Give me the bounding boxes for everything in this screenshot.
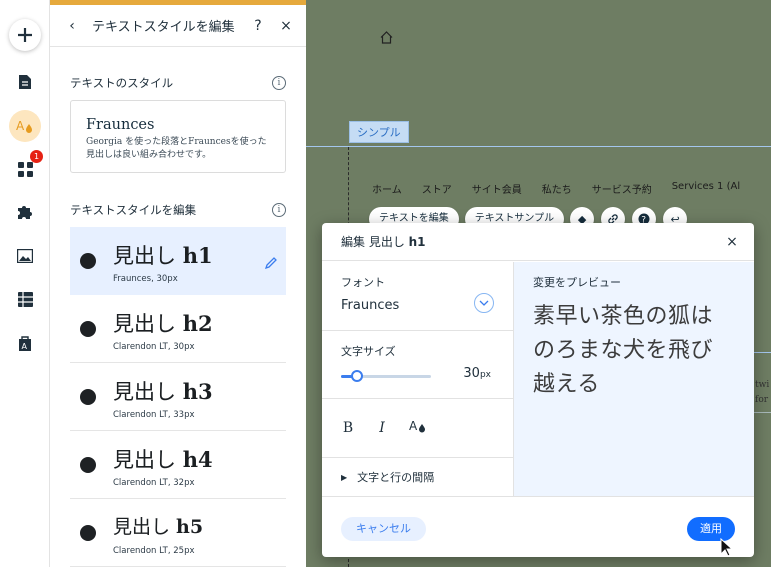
color-swatch [80,253,96,269]
heading-style-item-h3[interactable]: 見出し h3 Clarendon LT, 33px [70,363,286,431]
theme-font-name: Fraunces [86,117,155,133]
color-swatch [80,525,96,541]
apps-icon[interactable]: 1 [9,150,43,185]
add-icon[interactable] [9,19,41,51]
heading-name: 見出し h3 [113,379,213,404]
heading-style-item-h5[interactable]: 見出し h5 Clarendon LT, 25px [70,499,286,567]
media-icon[interactable] [9,240,41,272]
italic-button[interactable]: I [375,420,389,436]
dialog-close-button[interactable]: × [722,234,742,250]
heading-name: 見出し h4 [113,447,213,472]
text-color-icon[interactable]: A [409,419,425,437]
heading-style-item-h2[interactable]: 見出し h2 Clarendon LT, 30px [70,295,286,363]
theme-description-line: 見出しは良い組み合わせです。 [86,149,212,160]
expand-arrow-icon: ▶ [341,472,348,482]
dialog-header: 編集 見出し h1 × [322,223,754,261]
preview-text: 素早い茶色の狐は のろまな犬を飛び 越える [533,300,735,402]
panel-header: ‹ テキストスタイルを編集 ? × [50,5,306,47]
heading-style-item-h4[interactable]: 見出し h4 Clarendon LT, 32px [70,431,286,499]
svg-text:A: A [16,119,25,133]
mouse-cursor-icon [720,538,734,557]
font-size-section: 文字サイズ 30px [322,331,513,399]
svg-text:A: A [409,419,418,433]
heading-font-info: Clarendon LT, 25px [113,546,195,556]
bold-button[interactable]: B [341,420,355,436]
nav-item[interactable]: Services 1 (Al [672,181,740,196]
cms-icon[interactable] [9,283,41,315]
font-size-slider[interactable] [341,370,431,382]
site-text-line: twi [755,380,770,390]
left-rail: A 1 A [0,0,50,567]
spacing-label: 文字と行の間隔 [357,471,435,484]
site-text-line: for [755,395,769,405]
color-swatch [80,457,96,473]
dialog-settings: フォント Fraunces 文字サイズ 30px B I A ▶ 文字と行の間隔 [322,262,514,496]
preview-label: 変更をプレビュー [533,276,621,289]
nav-item[interactable]: 私たち [542,181,572,196]
preview-pane: 変更をプレビュー 素早い茶色の狐は のろまな犬を飛び 越える [514,262,754,496]
nav-item[interactable]: ホーム [372,181,402,196]
close-button[interactable]: × [276,18,296,34]
font-label: フォント [341,276,385,289]
nav-item[interactable]: サービス予約 [592,181,652,196]
notification-badge: 1 [30,150,43,163]
color-swatch [80,321,96,337]
help-button[interactable]: ? [248,18,268,34]
preview-line: 素早い茶色の狐は [533,304,714,329]
chevron-down-icon[interactable] [474,293,494,313]
back-icon[interactable]: ‹ [62,18,82,34]
plugins-icon[interactable] [9,196,41,228]
panel-title: テキストスタイルを編集 [92,20,235,35]
heading-name: 見出し h5 [113,516,204,538]
nav-item[interactable]: ストア [422,181,452,196]
font-section: フォント Fraunces [322,262,513,331]
heading-style-item-h1[interactable]: 見出し h1 Fraunces, 30px [70,227,286,295]
home-icon[interactable] [380,29,393,48]
heading-font-info: Clarendon LT, 32px [113,478,195,488]
edit-styles-section-label: テキストスタイルを編集 [70,203,197,217]
slider-handle[interactable] [351,370,364,382]
heading-font-info: Fraunces, 30px [113,274,178,284]
theme-description-line: Georgia を使った段落とFrauncesを使った [86,137,267,147]
section-guide-line [754,412,771,413]
nav-item[interactable]: サイト会員 [472,181,522,196]
format-section: B I A [322,399,513,458]
business-icon[interactable]: A [9,327,41,359]
preview-line: のろまな犬を飛び [533,338,714,363]
text-style-panel: ‹ テキストスタイルを編集 ? × テキストのスタイル i Fraunces G… [50,0,306,567]
section-tag[interactable]: シンプル [349,121,409,143]
spacing-section[interactable]: ▶ 文字と行の間隔 [322,458,513,496]
heading-name: 見出し h2 [113,311,213,336]
design-icon[interactable]: A [9,110,41,142]
site-text-fragment: twi for [755,378,769,408]
section-guide-line [306,146,771,147]
section-guide-line [754,352,771,353]
theme-description: Georgia を使った段落とFrauncesを使った 見出しは良い組み合わせで… [86,136,271,161]
pages-icon[interactable] [9,66,41,98]
heading-font-info: Clarendon LT, 33px [113,410,195,420]
text-style-section-label: テキストのスタイル [70,76,174,90]
dialog-footer: キャンセル 適用 [322,496,754,557]
color-swatch [80,389,96,405]
edit-heading-dialog: 編集 見出し h1 × フォント Fraunces 文字サイズ 30px B I… [322,223,754,557]
info-icon[interactable]: i [272,76,286,90]
dialog-title: 編集 見出し h1 [341,235,426,249]
heading-name: 見出し h1 [113,243,213,268]
site-nav-menu[interactable]: ホーム ストア サイト会員 私たち サービス予約 Services 1 (Al [372,181,760,196]
preview-line: 越える [533,372,600,397]
font-size-value[interactable]: 30px [463,366,491,381]
font-theme-card[interactable]: Fraunces Georgia を使った段落とFrauncesを使った 見出し… [70,100,286,173]
font-size-label: 文字サイズ [341,345,396,358]
heading-style-list: 見出し h1 Fraunces, 30px 見出し h2 Clarendon L… [70,227,286,567]
heading-font-info: Clarendon LT, 30px [113,342,195,352]
info-icon[interactable]: i [272,203,286,217]
pencil-icon[interactable] [264,254,278,273]
font-dropdown-value[interactable]: Fraunces [341,298,494,313]
cancel-button[interactable]: キャンセル [341,517,426,541]
svg-text:A: A [22,342,28,351]
